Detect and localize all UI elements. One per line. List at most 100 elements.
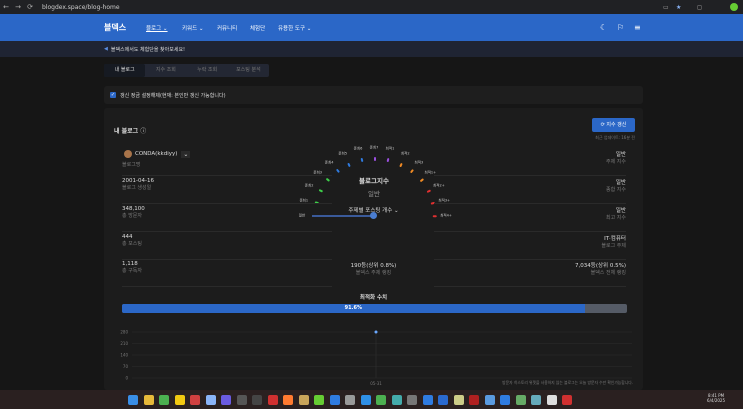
megaphone-icon: ◀	[104, 46, 108, 52]
browser-toolbar: ← → ⟳ blogdex.space/blog-home ▭ ★ ◻	[0, 0, 743, 14]
gauge-tick	[399, 162, 403, 167]
gauge-tick	[410, 169, 414, 174]
stat-label: 총 포스팅	[122, 241, 142, 247]
stat-label: 블로그명	[122, 162, 141, 168]
notice-text: 블덱스에서도 체험단을 찾아보세요!	[110, 46, 186, 53]
nav-experience[interactable]: 체험단	[250, 24, 265, 32]
nav-community[interactable]: 커뮤니티	[217, 24, 237, 32]
extensions-icon[interactable]: ◻	[697, 4, 702, 11]
tab-my-blog[interactable]: 내 블로그	[104, 64, 146, 77]
stat-value: 일반	[615, 208, 626, 214]
taskbar-app-icon[interactable]	[221, 394, 231, 405]
taskbar-app-icon[interactable]	[453, 394, 464, 405]
taskbar-app-icon[interactable]	[205, 394, 216, 405]
dark-mode-icon[interactable]: ☾	[600, 23, 607, 32]
taskbar-app-icon[interactable]	[422, 394, 433, 405]
taskbar-app-icon[interactable]	[469, 394, 479, 405]
checkbox-label: 갱신 정금 설정해제(현재: 본인만 갱신 가능합니다)	[120, 92, 226, 99]
chat-icon[interactable]: ⚐	[617, 23, 624, 32]
notice-banner[interactable]: ◀ 블덱스에서도 체험단을 찾아보세요!	[0, 41, 743, 57]
gauge-tick	[426, 189, 431, 193]
gauge-level-label: 준최6	[353, 146, 363, 151]
bookmark-star-icon[interactable]: ★	[676, 4, 681, 11]
taskbar-app-icon[interactable]	[128, 394, 138, 405]
stat-label: 블로그 주제	[601, 243, 626, 249]
taskbar-app-icon[interactable]	[546, 394, 557, 405]
tab-bar: 내 블로그 지수 조회 누락 조회 포스팅 분석	[104, 64, 269, 77]
taskbar-app-icon[interactable]	[484, 394, 495, 405]
reload-icon[interactable]: ⟳	[24, 3, 36, 11]
gauge-current: 일반	[368, 190, 380, 198]
optimization-title: 최적화 수치	[359, 295, 388, 301]
refresh-checkbox[interactable]: ✓	[110, 92, 116, 98]
taskbar-app-icon[interactable]	[267, 394, 278, 405]
taskbar-app-icon[interactable]	[252, 394, 262, 405]
y-tick-label: 280	[120, 330, 128, 335]
y-tick-label: 70	[123, 364, 129, 369]
taskbar-app-icon[interactable]	[531, 394, 541, 405]
taskbar-app-icon[interactable]	[174, 394, 185, 405]
cast-icon[interactable]: ▭	[663, 4, 669, 11]
stat-label: 블로그 생성일	[122, 185, 152, 191]
taskbar-app-icon[interactable]	[438, 394, 448, 405]
stat-label: 블덱스 전체 랭킹	[590, 270, 626, 276]
gauge-tick	[386, 158, 390, 163]
gauge-level-label: 최적3	[414, 160, 424, 165]
gauge-tick	[419, 178, 424, 183]
tab-post-analysis[interactable]: 포스팅 분석	[228, 64, 269, 77]
taskbar-app-icon[interactable]	[314, 394, 324, 405]
nav-keyword[interactable]: 키워드 ⌄	[182, 24, 204, 32]
my-blog-card: 내 블로그 ⓘ ⟳ 지수 갱신 최근 업데이트: 16분 전 CONDA(kkd…	[104, 108, 643, 390]
stat-value: 일반	[615, 180, 626, 186]
taskbar-app-icon[interactable]	[391, 394, 402, 405]
data-point[interactable]	[374, 330, 378, 334]
taskbar: 8:41 PM 6/4/2025	[0, 390, 743, 409]
stat-value: 7,034등(상위 0.5%)	[575, 263, 626, 269]
taskbar-app-icon[interactable]	[345, 394, 355, 405]
y-tick-label: 210	[120, 341, 128, 346]
y-tick-label: 0	[125, 376, 128, 381]
gauge-tick	[335, 169, 340, 174]
taskbar-app-icon[interactable]	[159, 394, 169, 405]
stat-value: IT·컴퓨터	[604, 236, 626, 242]
nav-tools[interactable]: 유용한 도구 ⌄	[278, 24, 311, 32]
right-stat-row: 일반 주제 지수	[434, 150, 626, 176]
left-stat-row: 348,100 총 방문자	[122, 206, 332, 232]
gauge-tick	[360, 158, 363, 163]
address-bar[interactable]: blogdex.space/blog-home	[42, 4, 120, 11]
taskbar-app-icon[interactable]	[236, 394, 247, 405]
back-icon[interactable]: ←	[0, 3, 12, 11]
gauge-tick	[374, 157, 376, 161]
clock[interactable]: 8:41 PM 6/4/2025	[707, 393, 725, 403]
taskbar-app-icon[interactable]	[283, 394, 293, 405]
taskbar-app-icon[interactable]	[143, 394, 154, 405]
taskbar-app-icon[interactable]	[298, 394, 309, 405]
profile-avatar[interactable]	[730, 3, 738, 11]
stat-label: 최고 지수	[606, 215, 626, 221]
y-tick-label: 140	[120, 353, 128, 358]
taskbar-app-icon[interactable]	[329, 394, 340, 405]
left-stat-row: 1,118 총 구독자	[122, 261, 332, 287]
nav-blog[interactable]: 블로그 ⌄	[146, 24, 168, 32]
left-stat-row: 444 총 포스팅	[122, 234, 332, 260]
taskbar-app-icon[interactable]	[190, 394, 200, 405]
taskbar-app-icon[interactable]	[562, 394, 572, 405]
chart-svg: 280 210 140 70 0 05-31	[120, 330, 632, 386]
visitor-chart: 280 210 140 70 0 05-31	[114, 326, 634, 388]
taskbar-app-icon[interactable]	[500, 394, 510, 405]
taskbar-app-icon[interactable]	[376, 394, 386, 405]
logo[interactable]: 블덱스	[104, 22, 126, 33]
stat-label: 총 방문자	[122, 213, 142, 219]
left-stat-row: 2001-04-16 블로그 생성일	[122, 178, 332, 204]
tab-missing-lookup[interactable]: 누락 조회	[187, 64, 228, 77]
chart-note: 방문자 히스토리 위젯을 사용하지 않는 블로그는 오늘 방문자 수만 확인가능…	[502, 380, 633, 385]
stat-label: 총 구독자	[122, 268, 142, 274]
taskbar-app-icon[interactable]	[515, 394, 526, 405]
x-tick-label: 05-31	[370, 381, 382, 386]
tab-index-lookup[interactable]: 지수 조회	[145, 64, 186, 77]
forward-icon[interactable]: →	[12, 3, 24, 11]
taskbar-app-icon[interactable]	[407, 394, 417, 405]
taskbar-app-icon[interactable]	[360, 394, 371, 405]
stat-label: 종합 지수	[606, 187, 626, 193]
menu-icon[interactable]: ≡	[634, 23, 641, 32]
